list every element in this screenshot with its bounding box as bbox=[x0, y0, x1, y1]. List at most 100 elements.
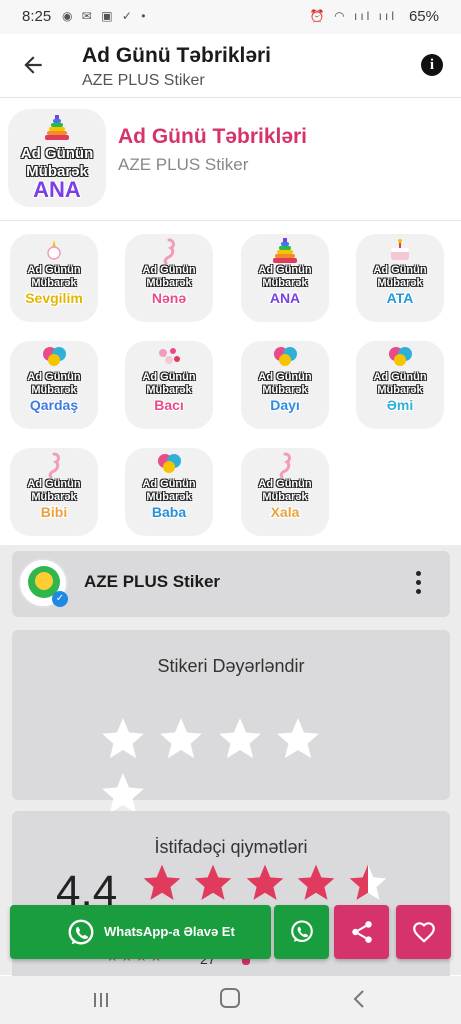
sticker-text-line2: Mübarək bbox=[262, 491, 308, 503]
sticker-text-line1: Ad Günün bbox=[258, 478, 312, 490]
battery-level: 65% bbox=[408, 8, 439, 25]
sticker-text-line1: Ad Günün bbox=[142, 264, 196, 276]
back-nav-icon[interactable] bbox=[352, 990, 366, 1008]
sticker-text-line2: Mübarək bbox=[262, 277, 308, 289]
system-nav-bar bbox=[0, 976, 461, 1024]
sticker-art: Ad Günün Mübarək Əmi bbox=[356, 341, 444, 429]
recent-apps-icon[interactable] bbox=[92, 991, 110, 1009]
sticker-text-line2: Mübarək bbox=[31, 491, 77, 503]
sticker-name: Bacı bbox=[154, 397, 184, 413]
star-half-icon bbox=[349, 864, 387, 900]
sticker-name: Bibi bbox=[40, 504, 68, 520]
heart-icon bbox=[413, 922, 435, 943]
rate-title: Stikeri Dəyərləndir bbox=[157, 656, 305, 676]
sticker-name: ATA bbox=[386, 290, 414, 306]
sticker-grid: Ad Günün Mübarək Sevgilim Ad Günün Mübarək N… bbox=[0, 222, 461, 544]
pack-title: Ad Günü Təbrikləri bbox=[118, 125, 308, 148]
sticker-item[interactable]: Ad Günün Mübarək Sevgilim bbox=[10, 234, 98, 322]
sticker-text-line2: Mübarək bbox=[31, 384, 77, 396]
action-bar: WhatsApp-a Əlavə Et bbox=[10, 905, 451, 961]
rate-star-icon[interactable] bbox=[156, 714, 206, 764]
sticker-text-line2: Mübarək bbox=[262, 384, 308, 396]
sticker-item[interactable]: Ad Günün Mübarək Əmi bbox=[356, 341, 444, 429]
back-arrow-icon[interactable] bbox=[20, 52, 46, 78]
sticker-text-line1: Ad Günün bbox=[142, 371, 196, 383]
sticker-item[interactable]: Ad Günün Mübarək Qardaş bbox=[10, 341, 98, 429]
rate-star-icon[interactable] bbox=[215, 714, 265, 764]
sticker-text-line2: Mübarək bbox=[146, 384, 192, 396]
add-to-whatsapp-button[interactable]: WhatsApp-a Əlavə Et bbox=[10, 905, 271, 959]
app-bar: Ad Günü Təbrikləri AZE PLUS Stiker i bbox=[0, 34, 461, 98]
whatsapp-icon bbox=[68, 919, 94, 945]
rate-star-icon[interactable] bbox=[273, 714, 323, 764]
sticker-art: Ad Günün Mübarək Baba bbox=[125, 448, 213, 536]
sticker-art: Ad Günün Mübarək ATA bbox=[356, 234, 444, 322]
pack-publisher: AZE PLUS Stiker bbox=[118, 155, 249, 174]
sticker-text-line2: Mübarək bbox=[146, 491, 192, 503]
sticker-text-line1: Ad Günün bbox=[27, 478, 81, 490]
sticker-text-line1: Ad Günün bbox=[373, 264, 427, 276]
sticker-name: Nənə bbox=[151, 290, 187, 306]
sticker-item[interactable]: Ad Günün Mübarək Dayı bbox=[241, 341, 329, 429]
sticker-text-line2: Mübarək bbox=[377, 277, 423, 289]
pack-header: Ad Günün Mübarək ANA Ad Günü Təbrikləri AZ… bbox=[0, 99, 461, 221]
sticker-text-line1: Ad Günün bbox=[20, 145, 94, 162]
sticker-text-line1: Ad Günün bbox=[142, 478, 196, 490]
add-to-whatsapp-label: WhatsApp-a Əlavə Et bbox=[104, 924, 235, 939]
sticker-item[interactable]: Ad Günün Mübarək Baba bbox=[125, 448, 213, 536]
favorite-button[interactable] bbox=[396, 905, 451, 959]
cover-sticker: Ad Günün Mübarək ANA bbox=[8, 109, 106, 207]
page-title: Ad Günü Təbrikləri bbox=[82, 44, 272, 67]
sticker-name: Xala bbox=[270, 504, 300, 520]
sticker-text-line2: Mübarək bbox=[377, 384, 423, 396]
sticker-item[interactable]: Ad Günün Mübarək Xala bbox=[241, 448, 329, 536]
sticker-name: Dayı bbox=[270, 397, 300, 413]
star-full-icon bbox=[246, 864, 284, 900]
sticker-text-line2: Mübarək bbox=[146, 277, 192, 289]
share-icon bbox=[352, 921, 372, 943]
sticker-text-line1: Ad Günün bbox=[27, 264, 81, 276]
verified-check-icon: ✓ bbox=[52, 591, 68, 607]
star-full-icon bbox=[143, 864, 181, 900]
sticker-name: Əmi bbox=[386, 397, 414, 413]
sticker-art: Ad Günün Mübarək Bacı bbox=[125, 341, 213, 429]
rate-stars[interactable] bbox=[98, 714, 368, 814]
pack-cover-thumbnail: Ad Günün Mübarək ANA bbox=[8, 109, 106, 207]
author-name: AZE PLUS Stiker bbox=[84, 572, 221, 591]
sticker-item[interactable]: Ad Günün Mübarək Bacı bbox=[125, 341, 213, 429]
sticker-art: Ad Günün Mübarək Dayı bbox=[241, 341, 329, 429]
sticker-art: Ad Günün Mübarək Xala bbox=[241, 448, 329, 536]
author-avatar: ✓ bbox=[18, 558, 68, 608]
average-stars bbox=[140, 861, 410, 905]
sticker-text-line1: Ad Günün bbox=[258, 264, 312, 276]
sticker-name: ANA bbox=[269, 290, 301, 306]
home-icon[interactable] bbox=[220, 988, 240, 1008]
rate-card: Stikeri Dəyərləndir bbox=[12, 630, 450, 814]
sticker-art: Ad Günün Mübarək ANA bbox=[241, 234, 329, 322]
rate-star-icon[interactable] bbox=[98, 714, 148, 764]
sticker-item[interactable]: Ad Günün Mübarək ANA bbox=[241, 234, 329, 322]
sticker-decoration-icon bbox=[387, 238, 413, 267]
author-card[interactable]: ✓ AZE PLUS Stiker bbox=[12, 551, 450, 617]
star-full-icon bbox=[195, 864, 232, 900]
status-bar: 8:25 ◉ ✉ ▣ ✓ • ⏰ ◠ ııl ııl 65% bbox=[0, 0, 461, 34]
sticker-item[interactable]: Ad Günün Mübarək ATA bbox=[356, 234, 444, 322]
star-full-icon bbox=[298, 864, 335, 900]
sticker-name: Baba bbox=[151, 504, 187, 520]
sticker-text-line1: Ad Günün bbox=[258, 371, 312, 383]
sticker-name: Qardaş bbox=[29, 397, 79, 413]
share-button[interactable] bbox=[334, 905, 389, 959]
sticker-name: Sevgilim bbox=[25, 290, 83, 306]
sticker-art: Ad Günün Mübarək Nənə bbox=[125, 234, 213, 322]
status-time: 8:25 bbox=[22, 8, 52, 25]
more-options-icon[interactable] bbox=[416, 571, 422, 597]
sticker-item[interactable]: Ad Günün Mübarək Nənə bbox=[125, 234, 213, 322]
sticker-item[interactable]: Ad Günün Mübarək Bibi bbox=[10, 448, 98, 536]
whatsapp-button[interactable] bbox=[274, 905, 329, 959]
signal-icons: ⏰ ◠ ııl ııl bbox=[309, 9, 397, 23]
sticker-decoration-icon bbox=[43, 115, 71, 146]
info-icon[interactable]: i bbox=[421, 54, 443, 76]
notification-icons: ◉ ✉ ▣ ✓ • bbox=[62, 9, 149, 23]
sticker-text-line1: Ad Günün bbox=[27, 371, 81, 383]
whatsapp-icon bbox=[291, 920, 313, 942]
